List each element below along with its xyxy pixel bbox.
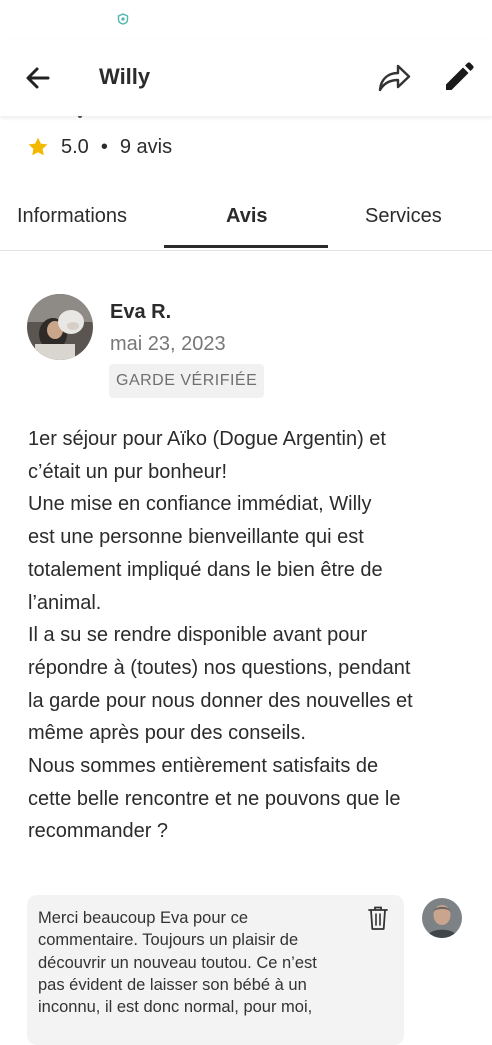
review-line: c’était un pur bonheur!	[28, 460, 228, 483]
reply-line: inconnu, il est donc normal, pour moi,	[38, 998, 313, 1017]
app-header: Willy	[0, 40, 492, 116]
reply-line: pas évident de laisser son bébé à un	[38, 975, 307, 994]
tab-avis[interactable]: Avis	[226, 205, 268, 228]
trash-icon[interactable]	[366, 905, 390, 931]
arrow-back-icon[interactable]	[20, 60, 56, 96]
review-line: même après pour des conseils.	[28, 722, 306, 745]
review-line: la garde pour nous donner des nouvelles …	[28, 689, 413, 712]
review-body: 1er séjour pour Aïko (Dogue Argentin) et…	[28, 423, 478, 848]
review-line: recommander ?	[28, 820, 169, 843]
rating-summary: 5.0 • 9 avis	[27, 134, 172, 160]
rating-value: 5.0	[61, 135, 89, 158]
review-count: 9 avis	[119, 135, 173, 158]
rating-separator: •	[100, 135, 108, 158]
scrolled-content-edge	[28, 116, 148, 122]
review-line: est une personne bienveillante qui est	[28, 526, 364, 549]
reviewer-name: Eva R.	[110, 301, 172, 323]
page-title: Willy	[99, 64, 151, 89]
shield-icon	[117, 13, 129, 25]
verified-badge: GARDE VÉRIFIÉE	[109, 364, 265, 398]
review-line: totalement impliqué dans le bien être de	[28, 558, 383, 581]
review-line: répondre à (toutes) nos questions, penda…	[28, 656, 411, 679]
share-icon[interactable]	[374, 58, 414, 98]
active-tab-indicator	[164, 245, 328, 248]
reply-line: commentaire. Toujours un plaisir de	[38, 931, 299, 950]
review-line: Nous sommes entièrement satisfaits de	[28, 755, 379, 778]
status-bar	[0, 0, 492, 40]
review-line: 1er séjour pour Aïko (Dogue Argentin) et	[28, 428, 386, 450]
reply-line: Merci beaucoup Eva pour ce	[38, 909, 249, 927]
review-date: mai 23, 2023	[110, 333, 226, 355]
owner-avatar[interactable]	[422, 898, 462, 938]
tab-informations[interactable]: Informations	[17, 205, 127, 228]
reviewer-avatar[interactable]	[27, 294, 93, 360]
reply-body: Merci beaucoup Eva pour ce commentaire. …	[38, 907, 368, 1018]
star-icon	[28, 137, 48, 156]
tab-bar: Informations Avis Services	[0, 190, 492, 251]
reply-line: découvrir un nouveau toutou. Ce n’est	[38, 953, 317, 972]
owner-reply: Merci beaucoup Eva pour ce commentaire. …	[27, 895, 404, 1045]
pencil-icon[interactable]	[440, 60, 476, 96]
tab-services[interactable]: Services	[365, 205, 442, 228]
review-line: cette belle rencontre et ne pouvons que …	[28, 787, 401, 810]
review-line: Il a su se rendre disponible avant pour	[28, 624, 368, 647]
review-line: l’animal.	[28, 591, 102, 614]
review-line: Une mise en confiance immédiat, Willy	[28, 493, 372, 516]
